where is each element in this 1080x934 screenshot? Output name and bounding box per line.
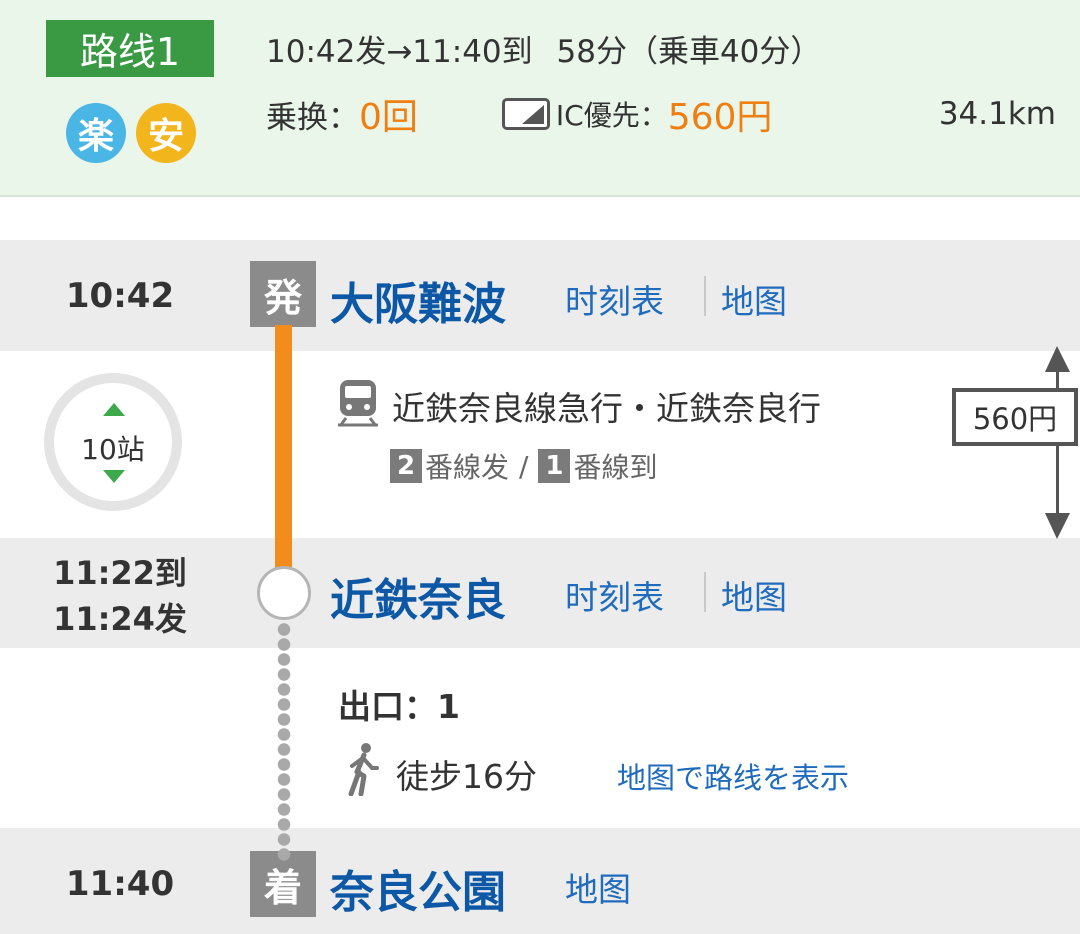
arrival-platform-number: 1: [538, 449, 571, 483]
ic-card-icon: [501, 98, 550, 130]
departure-platform-label: 番線发: [425, 451, 510, 484]
transfer-station-row: 11:22到 11:24发 近鉄奈良 时刻表 地图: [0, 538, 1080, 648]
train-route-line: [275, 325, 292, 575]
stops-count: 10站: [81, 433, 145, 466]
transfer-label: 乗换：: [266, 99, 359, 136]
departure-marker: 発: [250, 261, 316, 327]
train-line-name: 近鉄奈良線急行・近鉄奈良行: [392, 389, 821, 428]
cheap-badge-icon: 安: [136, 103, 196, 163]
departure-map-link[interactable]: 地图: [721, 275, 787, 323]
transfer-depart-time: 11:24发: [53, 600, 187, 638]
summary-duration: 58分（乗車40分）: [556, 34, 822, 70]
route-label: 路线1: [46, 20, 214, 77]
link-separator: [704, 572, 706, 612]
transfer-node-icon: [257, 566, 311, 620]
walk-route-line: [277, 622, 291, 862]
platform-info: 2 番線发 / 1 番線到: [390, 446, 657, 486]
summary-distance: 34.1km: [938, 96, 1056, 132]
fare-arrow-down-icon: [1045, 513, 1070, 539]
summary-details: 乗换： 0回 IC優先： 560円 34.1km: [266, 90, 1056, 138]
comfort-badge-icon: 楽: [66, 103, 126, 163]
departure-row: 10:42 発 大阪難波 时刻表 地图: [0, 240, 1080, 351]
arrival-platform-label: 番線到: [573, 451, 658, 484]
transfer-count: 0回: [359, 97, 418, 138]
transfer-map-link[interactable]: 地图: [721, 571, 787, 619]
transfer-station-name[interactable]: 近鉄奈良: [330, 564, 506, 628]
departure-time: 10:42: [65, 276, 175, 316]
departure-timetable-link[interactable]: 时刻表: [565, 275, 664, 323]
departure-station-name[interactable]: 大阪難波: [330, 268, 506, 332]
fare-arrow-up-icon: [1045, 346, 1070, 372]
arrival-time: 11:40: [65, 864, 175, 904]
segment-fare: 560円: [952, 388, 1078, 446]
show-route-on-map-link[interactable]: 地图で路线を表示: [617, 755, 849, 797]
exit-info: 出口：1: [338, 687, 460, 726]
departure-platform-number: 2: [390, 449, 422, 483]
walking-person-icon: [348, 743, 379, 796]
expand-up-icon: [103, 403, 125, 416]
transfer-arrive-time: 11:22到: [53, 554, 187, 592]
summary-fare: 560円: [667, 97, 773, 138]
train-icon: [338, 380, 378, 427]
stops-toggle[interactable]: 10站: [44, 373, 182, 511]
ic-priority-label: IC優先：: [555, 99, 668, 132]
route-summary[interactable]: 路线1 楽 安 10:42发→11:40到 58分（乗車40分） 乗换： 0回 …: [0, 0, 1080, 197]
platform-separator: /: [519, 449, 529, 483]
link-separator: [704, 276, 706, 316]
summary-times: 10:42发→11:40到 58分（乗車40分）: [266, 26, 821, 71]
arrival-map-link[interactable]: 地图: [565, 863, 631, 911]
arrival-row: 11:40 着 奈良公園 地图: [0, 828, 1080, 934]
arrival-station-name[interactable]: 奈良公園: [330, 856, 506, 920]
transfer-timetable-link[interactable]: 时刻表: [565, 571, 664, 619]
expand-down-icon: [103, 470, 125, 483]
summary-time-range: 10:42发→11:40到: [266, 34, 533, 70]
walk-duration: 徒步16分: [396, 757, 537, 796]
